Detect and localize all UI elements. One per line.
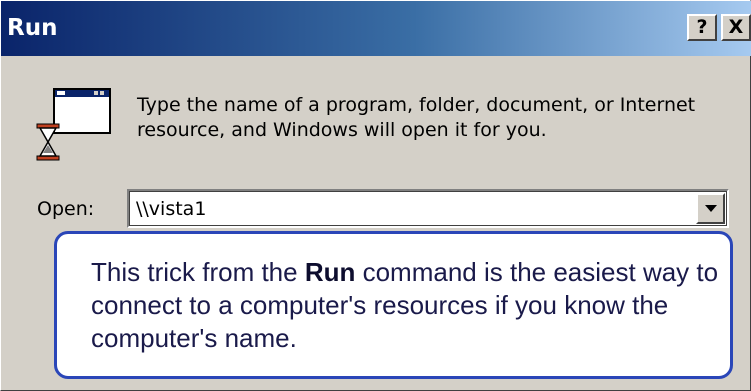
open-label: Open:: [37, 198, 95, 220]
chevron-down-icon: [705, 205, 717, 212]
open-input[interactable]: \\vista1: [136, 197, 206, 221]
open-combobox[interactable]: \\vista1: [127, 189, 729, 228]
run-dialog: Run ? X Type the name of a program, fold…: [0, 0, 751, 391]
window-title: Run: [7, 15, 58, 41]
callout-text-bold: Run: [304, 257, 356, 287]
close-button[interactable]: X: [721, 14, 751, 41]
help-button[interactable]: ?: [687, 14, 717, 41]
run-description: Type the name of a program, folder, docu…: [137, 94, 696, 141]
callout-text-before: This trick from the: [91, 257, 305, 287]
tip-callout: This trick from the Run command is the e…: [54, 231, 733, 379]
title-bar[interactable]: Run ? X: [1, 1, 751, 56]
run-program-icon: [36, 88, 111, 161]
dropdown-button[interactable]: [696, 193, 725, 224]
callout-text: This trick from the Run command is the e…: [91, 256, 721, 355]
